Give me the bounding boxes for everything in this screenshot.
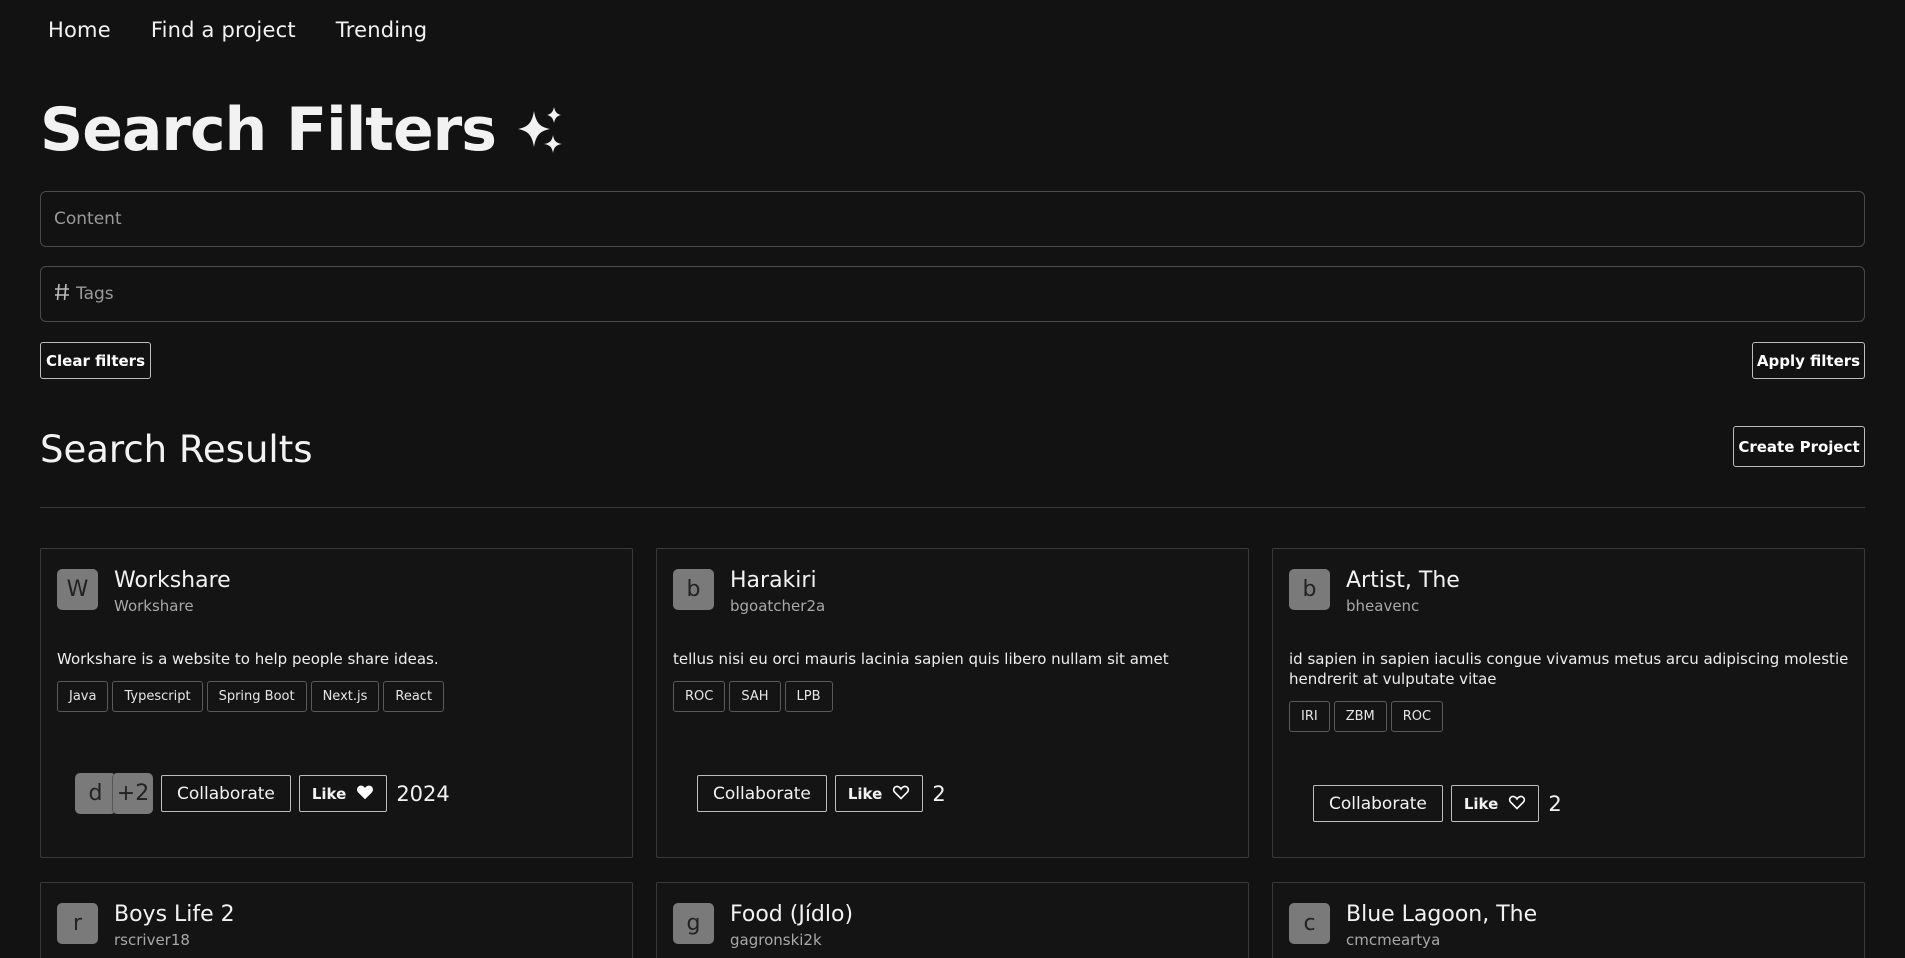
tag-chip: IRI	[1289, 701, 1330, 732]
tag-list: IRI ZBM ROC	[1289, 701, 1444, 732]
project-card[interactable]: c Blue Lagoon, The cmcmeartya	[1272, 882, 1865, 958]
card-header: c Blue Lagoon, The cmcmeartya	[1289, 902, 1537, 950]
tag-chip: SAH	[729, 681, 781, 712]
project-author: cmcmeartya	[1346, 931, 1441, 950]
project-author: bheavenc	[1346, 597, 1420, 616]
like-button[interactable]: Like	[834, 775, 924, 812]
filters-header: Search Filters	[40, 100, 564, 160]
avatar: b	[1289, 569, 1330, 610]
card-header: b Harakiri bgoatcher2a	[673, 568, 826, 616]
project-author: gagronski2k	[730, 931, 822, 950]
tag-chip: LPB	[784, 681, 833, 712]
project-card[interactable]: g Food (Jídlo) gagronski2k	[656, 882, 1249, 958]
avatar: d	[75, 773, 116, 814]
nav-trending-link[interactable]: Trending	[336, 18, 428, 42]
tag-list: Java Typescript Spring Boot Next.js Reac…	[57, 681, 445, 712]
card-actions: Collaborate Like 2	[1313, 785, 1562, 822]
page-title: Search Filters	[40, 95, 497, 165]
avatar: g	[673, 903, 714, 944]
project-author: bgoatcher2a	[730, 597, 826, 616]
collaborator-overflow-count: +2	[112, 773, 153, 814]
collaborator-avatars: d +2	[75, 773, 153, 814]
project-author: Workshare	[114, 597, 194, 616]
avatar: W	[57, 569, 98, 610]
tag-chip: ZBM	[1333, 701, 1387, 732]
project-card[interactable]: r Boys Life 2 rscriver18	[40, 882, 633, 958]
like-button[interactable]: Like	[1450, 785, 1540, 822]
project-card[interactable]: b Artist, The bheavenc id sapien in sapi…	[1272, 548, 1865, 858]
like-label: Like	[1463, 794, 1499, 813]
project-author: rscriver18	[114, 931, 190, 950]
like-label: Like	[847, 784, 883, 803]
project-title[interactable]: Food (Jídlo)	[730, 902, 853, 927]
tags-field	[40, 266, 1865, 322]
project-description: Workshare is a website to help people sh…	[57, 650, 439, 668]
tag-chip: React	[383, 681, 445, 712]
project-title[interactable]: Artist, The	[1346, 568, 1460, 593]
nav-home-link[interactable]: Home	[48, 18, 111, 42]
like-count: 2024	[396, 781, 450, 806]
like-count: 2	[932, 781, 946, 806]
collaborate-button[interactable]: Collaborate	[697, 775, 827, 812]
tags-input[interactable]	[76, 284, 1851, 304]
heart-outline-icon	[892, 784, 910, 804]
tag-chip: ROC	[673, 681, 726, 712]
like-count: 2	[1548, 791, 1562, 816]
nav-find-project-link[interactable]: Find a project	[151, 18, 296, 42]
results-divider	[40, 507, 1865, 508]
project-card[interactable]: W Workshare Workshare Workshare is a web…	[40, 548, 633, 858]
collaborate-button[interactable]: Collaborate	[161, 775, 291, 812]
tag-list: ROC SAH LPB	[673, 681, 833, 712]
avatar: r	[57, 903, 98, 944]
sparkles-icon	[516, 105, 564, 155]
top-nav: Home Find a project Trending	[48, 18, 427, 42]
card-actions: d +2 Collaborate Like 2024	[75, 773, 450, 814]
content-field	[40, 191, 1865, 247]
project-description: tellus nisi eu orci mauris lacinia sapie…	[673, 650, 1169, 668]
heart-filled-icon	[356, 784, 374, 804]
content-input[interactable]	[54, 209, 1851, 229]
heart-outline-icon	[1508, 794, 1526, 814]
project-description: id sapien in sapien iaculis congue vivam…	[1289, 650, 1849, 688]
card-header: W Workshare Workshare	[57, 568, 231, 616]
like-button[interactable]: Like	[298, 775, 388, 812]
card-actions: Collaborate Like 2	[697, 775, 946, 812]
project-title[interactable]: Boys Life 2	[114, 902, 235, 927]
card-header: b Artist, The bheavenc	[1289, 568, 1460, 616]
results-title: Search Results	[40, 428, 313, 471]
card-header: r Boys Life 2 rscriver18	[57, 902, 235, 950]
tag-chip: Java	[57, 681, 109, 712]
hash-icon	[54, 283, 70, 306]
tag-chip: Spring Boot	[206, 681, 307, 712]
project-title[interactable]: Workshare	[114, 568, 231, 593]
tag-chip: ROC	[1390, 701, 1444, 732]
avatar: c	[1289, 903, 1330, 944]
apply-filters-button[interactable]: Apply filters	[1752, 342, 1865, 379]
tag-chip: Typescript	[112, 681, 203, 712]
project-title[interactable]: Harakiri	[730, 568, 825, 593]
like-label: Like	[311, 784, 347, 803]
project-title[interactable]: Blue Lagoon, The	[1346, 902, 1537, 927]
tag-chip: Next.js	[310, 681, 380, 712]
create-project-button[interactable]: Create Project	[1733, 426, 1865, 467]
card-header: g Food (Jídlo) gagronski2k	[673, 902, 853, 950]
project-card[interactable]: b Harakiri bgoatcher2a tellus nisi eu or…	[656, 548, 1249, 858]
clear-filters-button[interactable]: Clear filters	[40, 342, 151, 379]
avatar: b	[673, 569, 714, 610]
collaborate-button[interactable]: Collaborate	[1313, 785, 1443, 822]
